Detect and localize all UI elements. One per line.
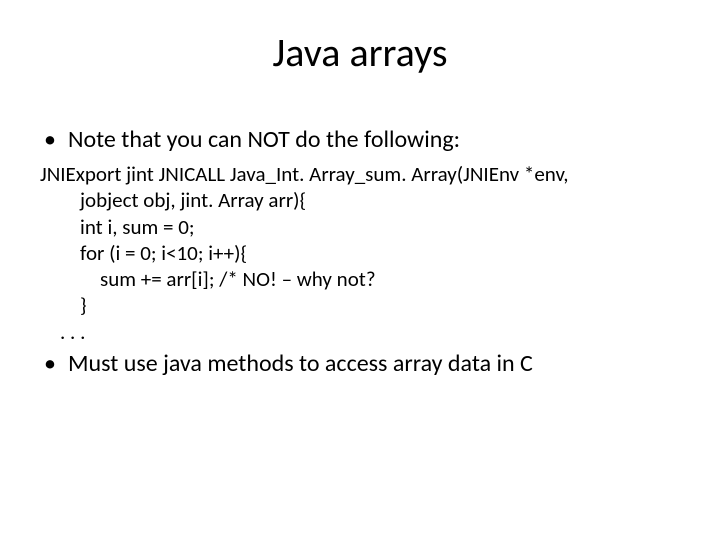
code-line: for (i = 0; i<10; i++){ xyxy=(40,240,680,266)
slide: Java arrays Note that you can NOT do the… xyxy=(0,0,720,540)
code-line: } xyxy=(40,292,680,318)
code-line: sum += arr[i]; /* NO! – why not? xyxy=(40,266,680,292)
code-line: jobject obj, jint. Array arr){ xyxy=(40,187,680,213)
slide-title: Java arrays xyxy=(40,28,680,77)
slide-body: Note that you can NOT do the following: … xyxy=(40,125,680,379)
bullet-list: Must use java methods to access array da… xyxy=(40,349,680,379)
code-block: JNIExport jint JNICALL Java_Int. Array_s… xyxy=(40,161,680,345)
bullet-must-use: Must use java methods to access array da… xyxy=(40,349,680,379)
bullet-list: Note that you can NOT do the following: xyxy=(40,125,680,155)
code-line: . . . xyxy=(40,319,680,345)
bullet-note: Note that you can NOT do the following: xyxy=(40,125,680,155)
code-line: int i, sum = 0; xyxy=(40,214,680,240)
code-line: JNIExport jint JNICALL Java_Int. Array_s… xyxy=(40,161,680,187)
